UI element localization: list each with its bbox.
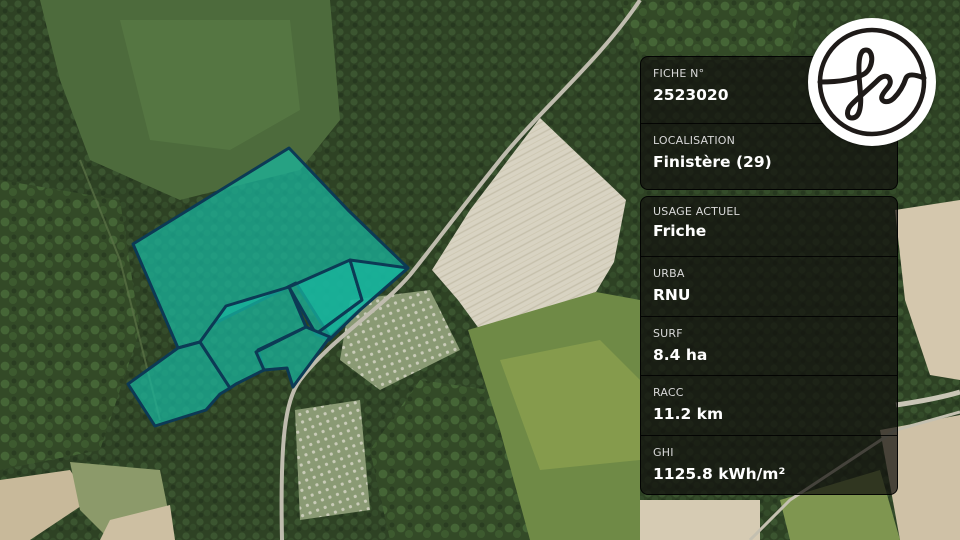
racc-value: 11.2 km [653, 405, 724, 424]
orchard-2 [295, 400, 370, 520]
fs-monogram-icon [817, 27, 927, 137]
surf-value: 8.4 ha [653, 345, 708, 364]
field-bottom-center [640, 500, 760, 540]
usage-value: Friche [653, 222, 707, 240]
racc-label: RACC [653, 386, 684, 400]
racc-row: RACC 11.2 km [641, 375, 897, 434]
surf-label: SURF [653, 326, 683, 340]
surf-row: SURF 8.4 ha [641, 315, 897, 375]
usage-label: USAGE ACTUEL [653, 205, 740, 218]
localisation-value: Finistère (29) [653, 153, 772, 171]
info-card-details: USAGE ACTUEL Friche URBA RNU SURF 8.4 ha… [640, 196, 898, 495]
urba-value: RNU [653, 286, 691, 305]
urba-row: URBA RNU [641, 256, 897, 315]
urba-label: URBA [653, 267, 685, 281]
usage-row: USAGE ACTUEL Friche [641, 197, 897, 256]
ghi-label: GHI [653, 445, 674, 459]
woodland-3 [620, 0, 800, 60]
brand-logo [808, 18, 936, 146]
ghi-row: GHI 1125.8 kWh/m² [641, 434, 897, 494]
ghi-value: 1125.8 kWh/m² [653, 464, 786, 483]
